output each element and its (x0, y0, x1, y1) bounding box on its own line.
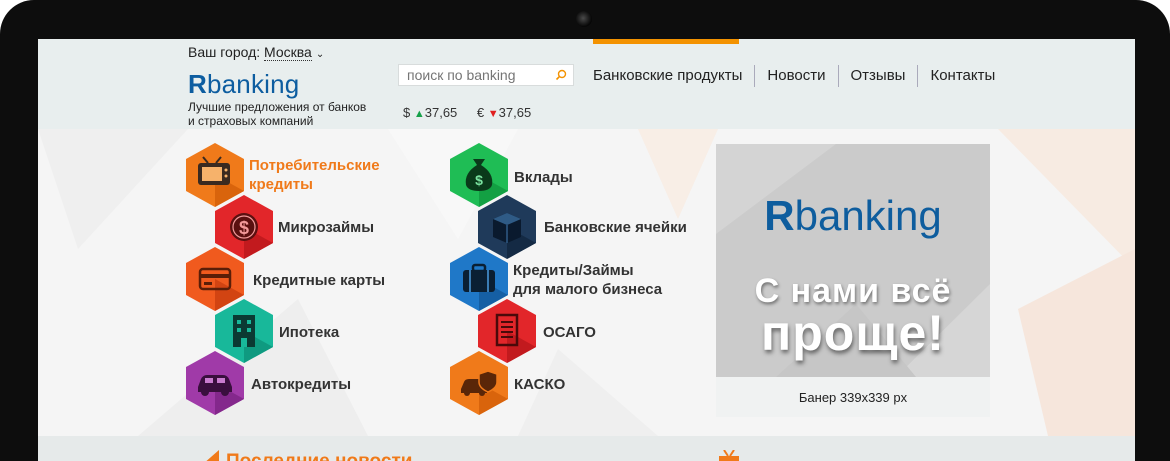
banner-caption: Банер 339х339 px (798, 390, 908, 405)
city-label: Ваш город: (188, 44, 261, 60)
building-icon (233, 315, 255, 347)
currency-rates: $ ▲37,65 € ▼37,65 (403, 105, 547, 120)
products-section: Потребительские кредиты $ Микрозаймы Кре… (38, 129, 1135, 436)
tv-icon (719, 450, 739, 461)
main-nav: Банковские продукты Новости Отзывы Конта… (593, 65, 1007, 87)
news-title[interactable]: Последние новости (226, 451, 412, 461)
megaphone-icon (206, 450, 219, 461)
site-header: Ваш город: Москва ⌄ Rbanking Лучшие предл… (38, 39, 1135, 129)
hexagon-tile[interactable] (186, 351, 244, 415)
svg-text:$: $ (475, 172, 483, 188)
search-box[interactable] (398, 64, 574, 86)
nav-item-news[interactable]: Новости (754, 65, 837, 87)
dollar-coin-icon: $ (230, 213, 258, 241)
nav-item-bank-products[interactable]: Банковские продукты (593, 65, 754, 87)
product-label[interactable]: КАСКО (514, 375, 565, 394)
site-tagline: Лучшие предложения от банков и страховых… (188, 100, 367, 128)
banner-image[interactable]: Rbanking С нами всё проще! (716, 144, 990, 377)
city-selector[interactable]: Ваш город: Москва ⌄ (188, 44, 324, 61)
product-label[interactable]: Потребительские кредиты (249, 156, 380, 194)
svg-text:$: $ (239, 218, 249, 238)
rate-usd: $ ▲37,65 (403, 105, 458, 120)
nav-active-indicator (593, 39, 739, 44)
site-logo[interactable]: Rbanking (188, 69, 299, 100)
webcam-icon (576, 11, 592, 27)
search-icon[interactable] (555, 69, 567, 81)
safe-box-icon (493, 213, 521, 243)
ad-banner[interactable]: Rbanking С нами всё проще! Банер 339х339… (716, 144, 990, 417)
city-value[interactable]: Москва (264, 44, 312, 61)
hexagon-tile[interactable] (450, 351, 508, 415)
product-label[interactable]: Банковские ячейки (544, 218, 687, 237)
arrow-down-icon: ▼ (487, 108, 499, 120)
product-label[interactable]: Ипотека (279, 323, 339, 342)
product-label[interactable]: ОСАГО (543, 323, 596, 342)
banner-slogan-line2: проще! (761, 305, 945, 361)
banner-logo: Rbanking (764, 192, 942, 239)
arrow-up-icon: ▲ (413, 108, 425, 120)
product-label[interactable]: Кредиты/Займы для малого бизнеса (513, 261, 662, 299)
browser-screen: Ваш город: Москва ⌄ Rbanking Лучшие предл… (38, 39, 1135, 461)
product-label[interactable]: Вклады (514, 168, 573, 187)
nav-item-contacts[interactable]: Контакты (917, 65, 1007, 87)
product-label[interactable]: Микрозаймы (278, 218, 374, 237)
monitor-bezel: Ваш город: Москва ⌄ Rbanking Лучшие предл… (0, 0, 1170, 461)
search-input[interactable] (399, 65, 552, 85)
product-label[interactable]: Кредитные карты (253, 271, 385, 290)
nav-item-reviews[interactable]: Отзывы (837, 65, 918, 87)
rate-eur: € ▼37,65 (476, 105, 532, 120)
news-section-header: Последние новости (38, 436, 1135, 461)
chevron-down-icon[interactable]: ⌄ (316, 49, 324, 60)
product-label[interactable]: Автокредиты (251, 375, 351, 394)
